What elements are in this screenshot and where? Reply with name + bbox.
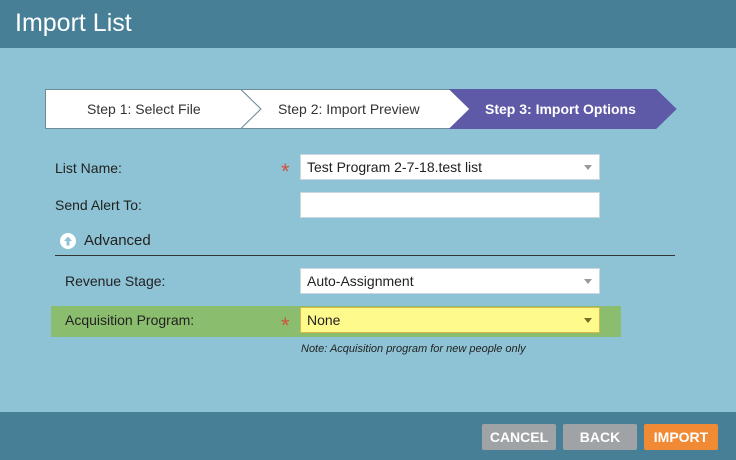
revenue-stage-label: Revenue Stage: <box>65 273 166 289</box>
revenue-stage-value: Auto-Assignment <box>307 273 414 289</box>
step-2-label: Step 2: Import Preview <box>278 101 420 117</box>
chevron-down-icon <box>584 165 592 170</box>
acquisition-program-value: None <box>307 312 341 328</box>
dialog-title: Import List <box>15 9 132 37</box>
list-name-required-mark: * <box>281 159 290 184</box>
import-wizard-steps: Step 1: Select File Step 2: Import Previ… <box>45 89 677 129</box>
advanced-divider <box>55 255 675 256</box>
list-name-select[interactable]: Test Program 2-7-18.test list <box>300 154 600 180</box>
send-alert-input[interactable] <box>300 192 600 218</box>
acquisition-program-required-mark: * <box>281 313 290 338</box>
list-name-value: Test Program 2-7-18.test list <box>307 159 483 175</box>
acquisition-program-select[interactable]: None <box>300 307 600 333</box>
step-3-label: Step 3: Import Options <box>485 101 636 117</box>
acquisition-program-label: Acquisition Program: <box>65 312 195 328</box>
import-button[interactable]: IMPORT <box>644 424 718 450</box>
revenue-stage-select[interactable]: Auto-Assignment <box>300 268 600 294</box>
chevron-down-icon <box>584 279 592 284</box>
send-alert-label: Send Alert To: <box>55 197 142 213</box>
acquisition-program-note: Note: Acquisition program for new people… <box>301 343 526 355</box>
step-1-label: Step 1: Select File <box>87 101 201 117</box>
advanced-label: Advanced <box>84 232 151 249</box>
back-button[interactable]: BACK <box>563 424 637 450</box>
list-name-label: List Name: <box>55 160 122 176</box>
cancel-button[interactable]: CANCEL <box>482 424 556 450</box>
dialog-header: Import List <box>0 0 736 48</box>
chevron-down-icon <box>584 318 592 323</box>
arrow-up-circle-icon <box>60 233 76 249</box>
